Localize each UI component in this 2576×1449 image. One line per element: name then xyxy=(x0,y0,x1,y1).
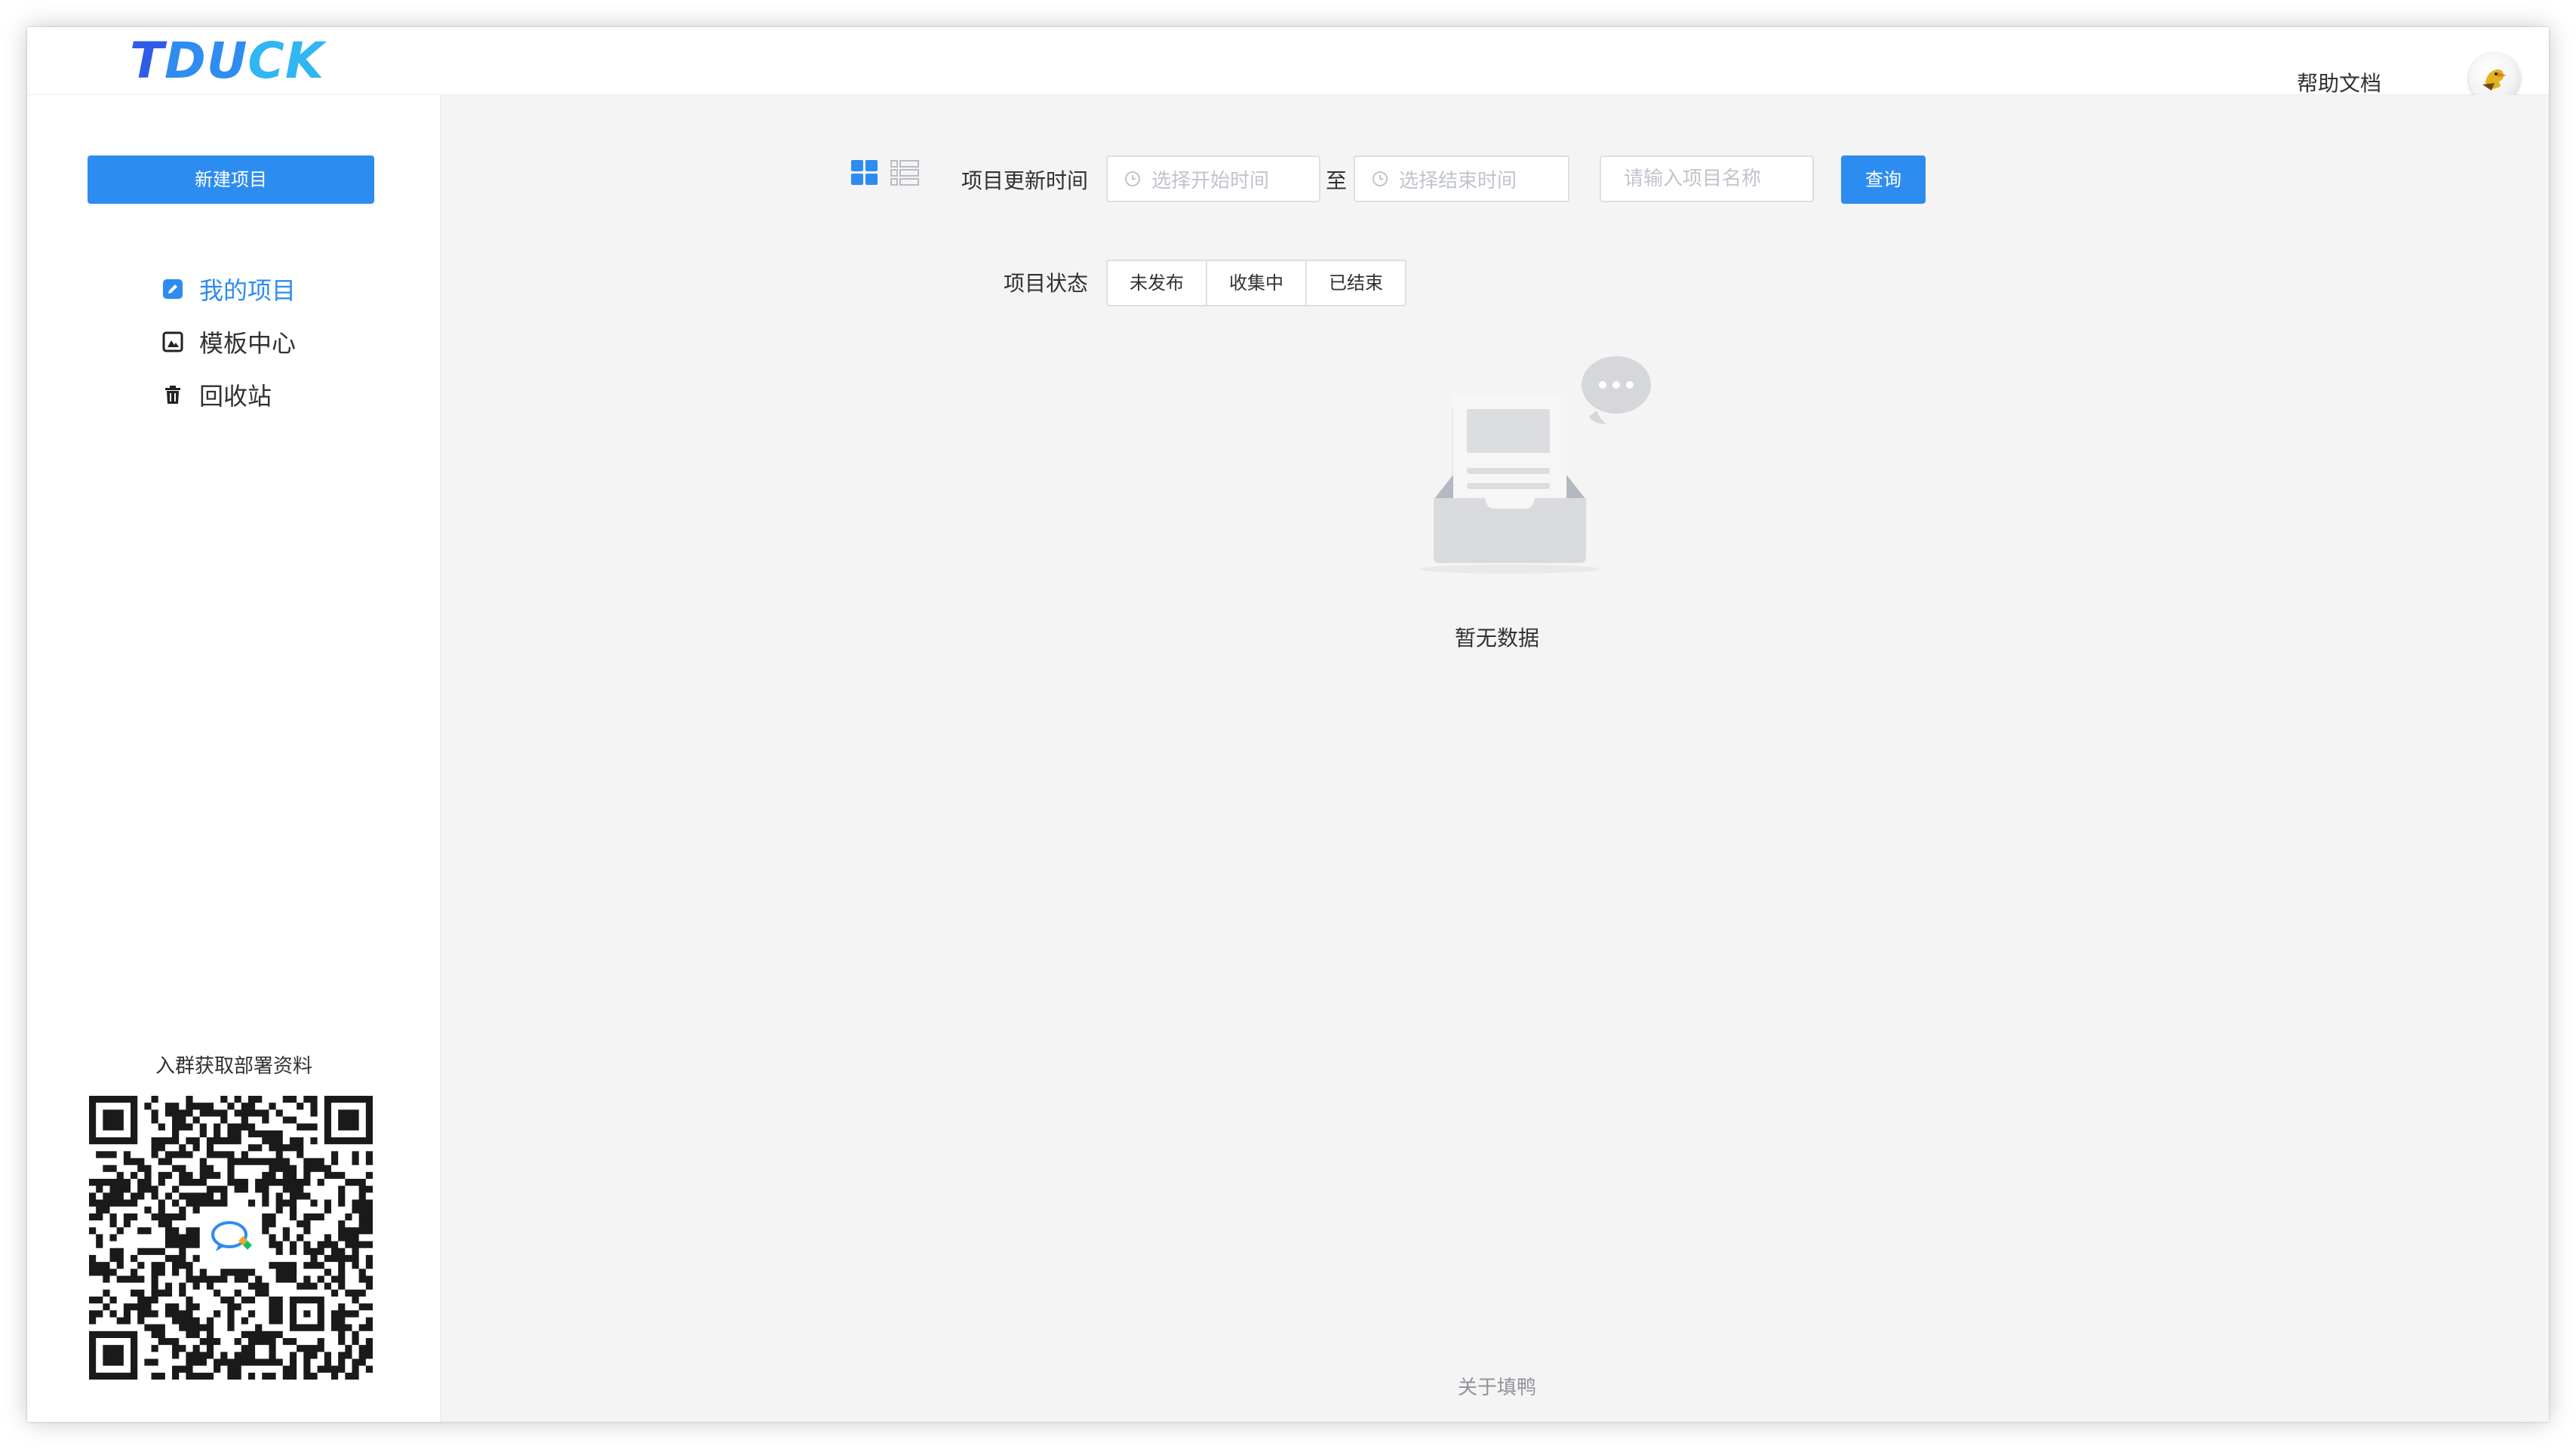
clock-icon xyxy=(1373,171,1388,186)
status-filter-group: 未发布 收集中 已结束 xyxy=(1106,260,1406,306)
logo-part-1: T xyxy=(130,32,165,90)
top-header: TDUCK 帮助文档 xyxy=(27,27,2549,104)
project-name-input[interactable]: 请输入项目名称 xyxy=(1600,155,1814,202)
view-mode-toggle xyxy=(851,160,919,189)
sidebar-item-label: 模板中心 xyxy=(199,329,297,358)
sidebar-item-template-center[interactable]: 模板中心 xyxy=(161,315,296,368)
sidebar-item-my-projects[interactable]: 我的项目 xyxy=(161,263,296,315)
status-unpublished-button[interactable]: 未发布 xyxy=(1106,260,1207,306)
sidebar-menu: 我的项目 模板中心 回收站 xyxy=(161,263,296,421)
wechat-group-qr-code xyxy=(89,1096,373,1380)
clock-icon xyxy=(1125,171,1140,186)
grid-view-icon[interactable] xyxy=(851,160,878,189)
main-content: 项目更新时间 选择开始时间 至 选择结束时间 请输入项目名称 查询 项目状态 未… xyxy=(441,95,2549,1422)
new-project-button[interactable]: 新建项目 xyxy=(88,155,374,204)
sidebar-item-recycle-bin[interactable]: 回收站 xyxy=(161,368,296,421)
end-time-picker[interactable]: 选择结束时间 xyxy=(1354,155,1569,202)
project-status-label: 项目状态 xyxy=(1004,271,1089,296)
tduck-logo[interactable]: TDUCK xyxy=(130,27,324,95)
sidebar: 新建项目 我的项目 模板中心 回收站 入群获取部署资料 xyxy=(27,95,441,1422)
logo-part-2: DU xyxy=(164,32,248,90)
end-time-placeholder: 选择结束时间 xyxy=(1399,169,1517,192)
about-link[interactable]: 关于填鸭 xyxy=(1384,1372,1610,1400)
query-button[interactable]: 查询 xyxy=(1841,155,1926,204)
sidebar-item-label: 回收站 xyxy=(199,382,272,411)
status-collecting-button[interactable]: 收集中 xyxy=(1206,260,1307,306)
edit-icon xyxy=(161,278,184,300)
range-separator: 至 xyxy=(1326,168,1348,193)
update-time-label: 项目更新时间 xyxy=(961,168,1089,193)
logo-part-3: CK xyxy=(247,32,325,90)
template-icon xyxy=(161,331,184,353)
trash-icon xyxy=(161,383,184,406)
list-view-icon[interactable] xyxy=(890,160,919,189)
status-ended-button[interactable]: 已结束 xyxy=(1305,260,1406,306)
start-time-picker[interactable]: 选择开始时间 xyxy=(1106,155,1320,202)
start-time-placeholder: 选择开始时间 xyxy=(1151,169,1270,192)
qr-title: 入群获取部署资料 xyxy=(155,1055,312,1078)
empty-data-text: 暂无数据 xyxy=(1454,626,1539,651)
empty-inbox-illustration xyxy=(1409,349,1660,578)
help-docs-link[interactable]: 帮助文档 xyxy=(2297,69,2381,98)
app-window: TDUCK 帮助文档 新建项目 我的项目 模板中心 回收站 入群获取部署资料 项… xyxy=(27,27,2549,1422)
sidebar-item-label: 我的项目 xyxy=(199,276,297,305)
